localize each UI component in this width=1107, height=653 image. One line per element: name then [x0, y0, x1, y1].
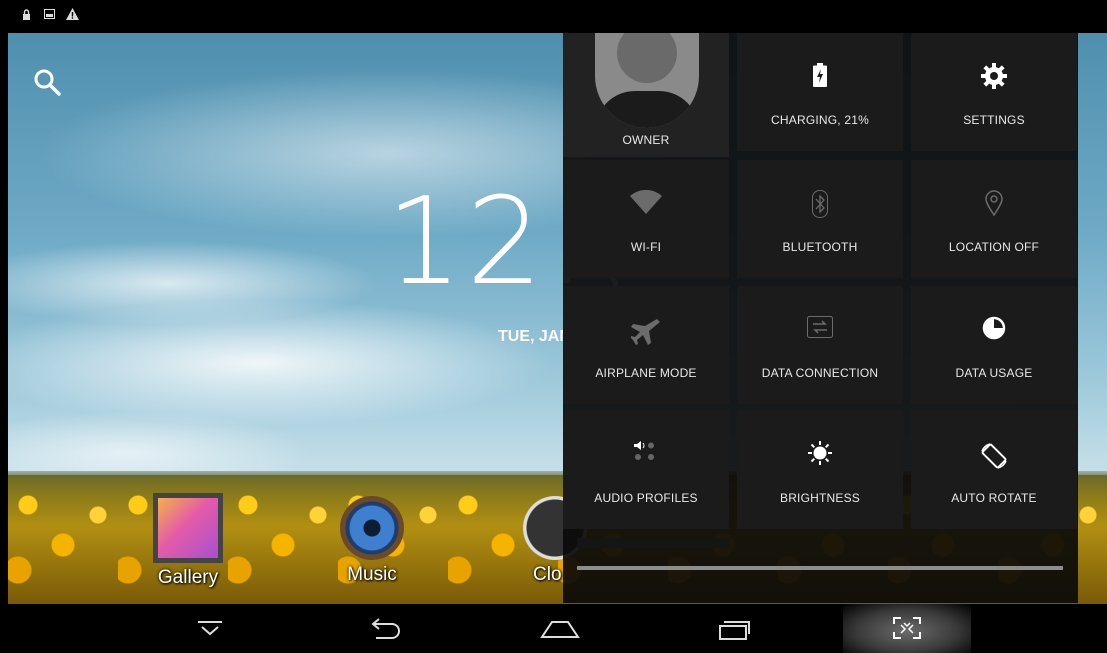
tile-bluetooth[interactable]: BLUETOOTH: [737, 160, 903, 278]
chevron-down-icon: [198, 621, 222, 636]
tile-location[interactable]: LOCATION OFF: [911, 160, 1077, 278]
brightness-icon: [808, 441, 832, 465]
airplane-icon: [631, 319, 660, 345]
recent-apps-icon: [719, 621, 750, 640]
gallery-app[interactable]: Gallery: [143, 493, 233, 589]
hide-keyboard-button[interactable]: [180, 612, 240, 646]
screenshot-button[interactable]: [843, 604, 971, 653]
music-label: Music: [347, 564, 397, 585]
tile-battery[interactable]: CHARGING, 21%: [737, 33, 903, 151]
music-app[interactable]: Music: [327, 493, 417, 586]
tile-brightness-label: BRIGHTNESS: [779, 491, 860, 505]
data-usage-icon: [982, 316, 1006, 340]
tile-settings[interactable]: SETTINGS: [911, 33, 1077, 151]
warning-icon: [66, 8, 79, 20]
data-connection-icon: [807, 316, 833, 338]
tile-bluetooth-label: BLUETOOTH: [782, 240, 858, 254]
quick-settings-divider[interactable]: [577, 566, 1063, 570]
tile-owner-label: OWNER: [622, 133, 670, 147]
gallery-label: Gallery: [157, 567, 219, 588]
music-icon: [340, 496, 404, 560]
auto-rotate-icon: [981, 443, 1007, 469]
tile-brightness[interactable]: BRIGHTNESS: [737, 411, 903, 529]
wifi-icon: [630, 190, 662, 214]
screenshot-icon: [893, 617, 921, 639]
back-button[interactable]: [355, 612, 415, 646]
quick-settings-panel: OWNER CHARGING, 21% SETTINGS WI-FI BLUET…: [563, 33, 1078, 603]
back-icon: [371, 618, 400, 639]
home-button[interactable]: [530, 612, 590, 646]
bluetooth-icon: [812, 190, 828, 218]
tile-data-connection-label: DATA CONNECTION: [761, 366, 879, 380]
audio-profiles-icon: [634, 441, 654, 460]
owner-avatar: [595, 33, 699, 128]
home-date: TUE, JAN: [498, 328, 571, 345]
image-notification-icon: [44, 9, 55, 19]
tile-airplane-label: AIRPLANE MODE: [595, 366, 697, 380]
location-icon: [985, 190, 1003, 216]
tile-wifi[interactable]: WI-FI: [563, 160, 729, 278]
home-icon: [540, 621, 580, 638]
tile-owner[interactable]: OWNER: [563, 33, 729, 157]
tile-location-label: LOCATION OFF: [948, 240, 1040, 254]
tile-audio-profiles[interactable]: AUDIO PROFILES: [563, 411, 729, 529]
tile-audio-profiles-label: AUDIO PROFILES: [594, 491, 698, 505]
search-icon[interactable]: [32, 67, 62, 97]
tile-auto-rotate-label: AUTO ROTATE: [951, 491, 1037, 505]
tile-data-connection[interactable]: DATA CONNECTION: [737, 286, 903, 404]
tile-airplane[interactable]: AIRPLANE MODE: [563, 286, 729, 404]
tile-data-usage[interactable]: DATA USAGE: [911, 286, 1077, 404]
tile-data-usage-label: DATA USAGE: [955, 366, 1033, 380]
tile-settings-label: SETTINGS: [963, 113, 1025, 127]
gallery-icon: [153, 493, 223, 563]
recent-apps-button[interactable]: [705, 612, 765, 646]
navigation-bar: [0, 604, 1107, 653]
gear-icon: [981, 63, 1007, 89]
lock-icon: [23, 9, 30, 20]
quick-settings-tab: [577, 538, 729, 548]
tile-wifi-label: WI-FI: [630, 240, 662, 254]
battery-charging-icon: [813, 63, 827, 87]
tile-auto-rotate[interactable]: AUTO ROTATE: [911, 411, 1077, 529]
status-bar: [0, 0, 1107, 33]
tile-battery-label: CHARGING, 21%: [771, 113, 869, 127]
